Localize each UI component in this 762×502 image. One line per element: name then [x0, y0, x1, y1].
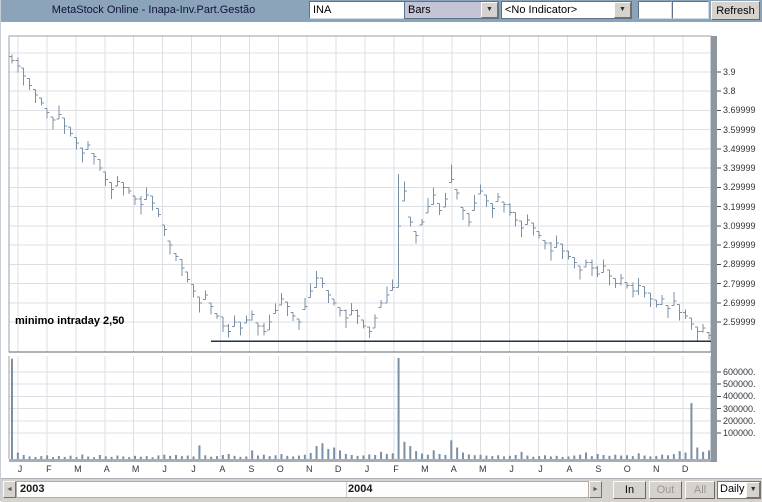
param-input-2[interactable]	[672, 1, 709, 19]
volume-tick-label: 100000.	[723, 428, 756, 439]
zoom-in-button[interactable]: In	[613, 481, 646, 499]
month-tick-label: N	[305, 464, 313, 474]
period-select[interactable]: Daily ▼	[717, 481, 761, 499]
month-tick-label: O	[623, 464, 631, 474]
month-tick-label: D	[681, 464, 689, 474]
volume-tick-label: 500000.	[723, 379, 756, 390]
year-label-2004: 2004	[348, 483, 373, 495]
chevron-down-icon[interactable]: ▼	[481, 2, 498, 18]
price-tick-label: 2.59999	[723, 316, 756, 327]
window-title: MetaStock Online - Inapa-Inv.Part.Gestão	[51, 4, 256, 16]
price-tick-label: 3.49999	[723, 143, 756, 154]
month-tick-label: S	[595, 464, 602, 474]
month-tick-label: J	[509, 464, 514, 474]
chart-type-select[interactable]: Bars ▼	[404, 1, 499, 19]
month-tick-label: N	[652, 464, 660, 474]
indicator-select[interactable]: <No Indicator> ▼	[501, 1, 632, 19]
scroll-left-icon[interactable]: ◄	[3, 481, 16, 498]
price-tick-label: 3.09999	[723, 220, 756, 231]
toolbar: MetaStock Online - Inapa-Inv.Part.Gestão…	[1, 0, 762, 23]
price-tick-label: 3.69999	[723, 105, 756, 116]
price-tick-label: 3.8	[723, 86, 736, 97]
month-tick-label: J	[364, 464, 370, 474]
price-tick-label: 2.89999	[723, 259, 756, 270]
month-tick-label: J	[162, 464, 167, 474]
support-annotation: minimo intraday 2,50	[15, 315, 125, 327]
price-tick-label: 3.39999	[723, 163, 756, 174]
zoom-out-button[interactable]: Out	[649, 481, 682, 499]
price-tick-label: 2.99999	[723, 240, 756, 251]
month-tick-label: S	[248, 464, 255, 474]
zoom-all-button[interactable]: All	[685, 481, 715, 499]
chevron-down-icon[interactable]: ▼	[746, 482, 760, 498]
year-label-2003: 2003	[20, 483, 45, 495]
month-tick-label: A	[450, 464, 457, 474]
month-tick-label: F	[393, 464, 399, 474]
chart-area: 3.9 3.8 3.69999 3.59999 3.49999 3.39999 3.2999…	[1, 22, 762, 478]
month-tick-label: J	[17, 464, 23, 474]
price-tick-label: 2.69999	[723, 297, 756, 308]
price-tick-label: 3.59999	[723, 124, 756, 135]
metastock-window: MetaStock Online - Inapa-Inv.Part.Gestão…	[0, 0, 762, 502]
month-tick-label: O	[276, 464, 284, 474]
chevron-down-icon[interactable]: ▼	[614, 2, 631, 18]
time-scrollbar[interactable]: 2003 2004	[16, 481, 589, 498]
month-tick-label: A	[566, 464, 573, 474]
volume-tick-label: 300000.	[723, 403, 756, 414]
param-input-1[interactable]	[638, 1, 672, 19]
month-tick-label: A	[103, 464, 110, 474]
bottom-bar: ◄ 2003 2004 ► In Out All Daily ▼	[1, 478, 762, 502]
price-tick-label: 3.9	[723, 67, 736, 77]
month-tick-label: J	[538, 464, 543, 474]
scroll-right-icon[interactable]: ►	[589, 481, 602, 498]
month-tick-label: M	[131, 464, 140, 474]
volume-tick-label: 200000.	[723, 415, 756, 426]
month-tick-label: D	[334, 464, 342, 474]
symbol-input[interactable]	[309, 1, 405, 19]
volume-tick-label: 400000.	[723, 391, 756, 402]
month-tick-label: M	[421, 464, 429, 474]
price-volume-plot	[8, 35, 721, 462]
month-tick-label: F	[46, 464, 52, 474]
chart-type-value: Bars	[405, 2, 481, 18]
price-tick-label: 3.19999	[723, 201, 756, 212]
period-value: Daily	[720, 483, 745, 495]
month-tick-label: M	[478, 464, 487, 474]
volume-tick-label: 600000.	[723, 367, 756, 377]
month-tick-label: A	[219, 464, 226, 474]
price-tick-label: 3.29999	[723, 182, 756, 193]
refresh-button[interactable]: Refresh	[711, 1, 760, 20]
month-tick-label: M	[74, 464, 82, 474]
month-tick-label: J	[191, 464, 196, 474]
indicator-value: <No Indicator>	[505, 4, 578, 16]
price-tick-label: 2.79999	[723, 278, 756, 289]
year-divider	[346, 482, 347, 497]
